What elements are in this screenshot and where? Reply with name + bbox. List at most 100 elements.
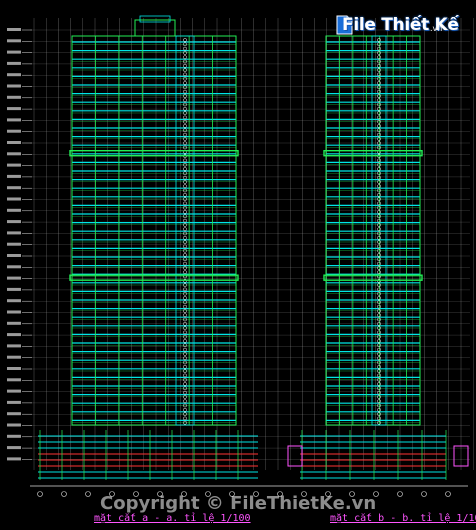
section-b-caption: mặt cắt b - b. tỉ lệ 1/100	[330, 513, 476, 524]
circle-marker-icon	[377, 296, 381, 300]
level-label-mark	[7, 434, 21, 438]
circle-marker-icon	[183, 416, 187, 421]
circle-marker-icon	[183, 46, 187, 51]
level-label-mark	[7, 129, 21, 133]
circle-marker-icon	[183, 55, 187, 60]
circle-marker-icon	[183, 356, 187, 361]
circle-marker-icon	[183, 98, 187, 103]
level-label-mark	[7, 457, 21, 461]
level-label-mark	[7, 50, 21, 54]
level-label-mark	[7, 231, 21, 235]
level-label-mark	[7, 84, 21, 88]
circle-marker-icon	[183, 304, 187, 309]
level-label-mark	[7, 220, 21, 224]
circle-marker-icon	[377, 373, 381, 378]
circle-marker-icon	[377, 364, 381, 369]
circle-marker-icon	[377, 235, 381, 240]
circle-marker-icon	[377, 416, 381, 421]
circle-marker-icon	[377, 184, 381, 189]
circle-marker-icon	[377, 106, 381, 111]
circle-marker-icon	[377, 261, 381, 266]
circle-marker-icon	[183, 330, 187, 335]
level-label-mark	[7, 39, 21, 43]
circle-marker-icon	[377, 313, 381, 318]
level-label-mark	[7, 389, 21, 393]
level-label-mark	[7, 344, 21, 348]
axis-bubble-icon	[85, 491, 91, 497]
circle-marker-icon	[183, 124, 187, 128]
circle-marker-icon	[183, 192, 187, 197]
circle-marker-icon	[183, 201, 187, 206]
level-label-mark	[7, 378, 21, 382]
axis-bubble-icon	[61, 491, 67, 497]
circle-marker-icon	[183, 407, 187, 412]
level-label-mark	[7, 95, 21, 99]
level-label-mark	[7, 287, 21, 291]
level-label-mark	[7, 118, 21, 122]
circle-marker-icon	[377, 46, 381, 51]
podium-section	[30, 430, 469, 497]
level-label-mark	[7, 400, 21, 404]
level-label-mark	[7, 73, 21, 77]
circle-marker-icon	[183, 339, 187, 343]
circle-marker-icon	[183, 227, 187, 232]
circle-marker-icon	[377, 141, 381, 146]
circle-marker-icon	[377, 399, 381, 404]
building-section-drawing	[7, 15, 474, 497]
level-label-mark	[7, 367, 21, 370]
level-label-mark	[7, 197, 21, 201]
circle-marker-icon	[183, 296, 187, 300]
level-label-mark	[7, 333, 21, 337]
axis-bubble-icon	[37, 491, 43, 497]
circle-marker-icon	[377, 89, 381, 94]
transfer-band	[323, 274, 423, 281]
circle-marker-icon	[377, 98, 381, 103]
circle-marker-icon	[377, 407, 381, 412]
level-label-mark	[7, 254, 21, 257]
level-label-mark	[7, 174, 21, 178]
circle-marker-icon	[183, 313, 187, 318]
circle-marker-icon	[183, 261, 187, 266]
level-label-mark	[7, 355, 21, 359]
circle-marker-icon	[183, 382, 187, 386]
circle-marker-icon	[377, 81, 381, 85]
rooftop-cap	[139, 15, 171, 23]
circle-marker-icon	[377, 115, 381, 120]
level-label-mark	[7, 186, 21, 190]
circle-marker-icon	[183, 167, 187, 171]
circle-marker-icon	[377, 218, 381, 223]
circle-marker-icon	[183, 184, 187, 189]
circle-marker-icon	[377, 72, 381, 77]
level-label-mark	[7, 208, 21, 212]
circle-marker-icon	[183, 89, 187, 94]
level-label-mark	[7, 61, 21, 65]
level-label-mark	[7, 28, 21, 31]
tower-section-b	[323, 35, 423, 426]
circle-marker-icon	[377, 339, 381, 343]
level-label-mark	[7, 141, 21, 144]
circle-marker-icon	[377, 287, 381, 292]
circle-marker-icon	[183, 218, 187, 223]
circle-marker-icon	[183, 373, 187, 378]
level-label-mark	[7, 152, 21, 156]
level-label-mark	[7, 299, 21, 303]
axis-bubble-icon	[445, 491, 451, 497]
circle-marker-icon	[183, 364, 187, 369]
logo-suffix: .vn	[430, 24, 443, 33]
circle-marker-icon	[183, 63, 187, 68]
circle-marker-icon	[183, 72, 187, 77]
level-label-mark	[7, 446, 21, 450]
section-a-caption: mặt cắt a - a. tỉ lệ 1/100	[94, 513, 251, 524]
circle-marker-icon	[377, 201, 381, 206]
level-label-mark	[7, 321, 21, 325]
circle-marker-icon	[183, 158, 187, 163]
level-label-mark	[7, 412, 21, 416]
cad-drawing-viewport: File Thiết Kế .vn mặt cắt a - a. tỉ lệ 1…	[0, 0, 476, 530]
level-label-mark	[7, 242, 21, 246]
circle-marker-icon	[377, 132, 381, 137]
axis-bubble-icon	[421, 491, 427, 497]
circle-marker-icon	[183, 175, 187, 180]
copyright-watermark: Copyright © FileThietKe.vn	[100, 493, 377, 514]
circle-marker-icon	[183, 81, 187, 85]
circle-marker-icon	[183, 270, 187, 275]
